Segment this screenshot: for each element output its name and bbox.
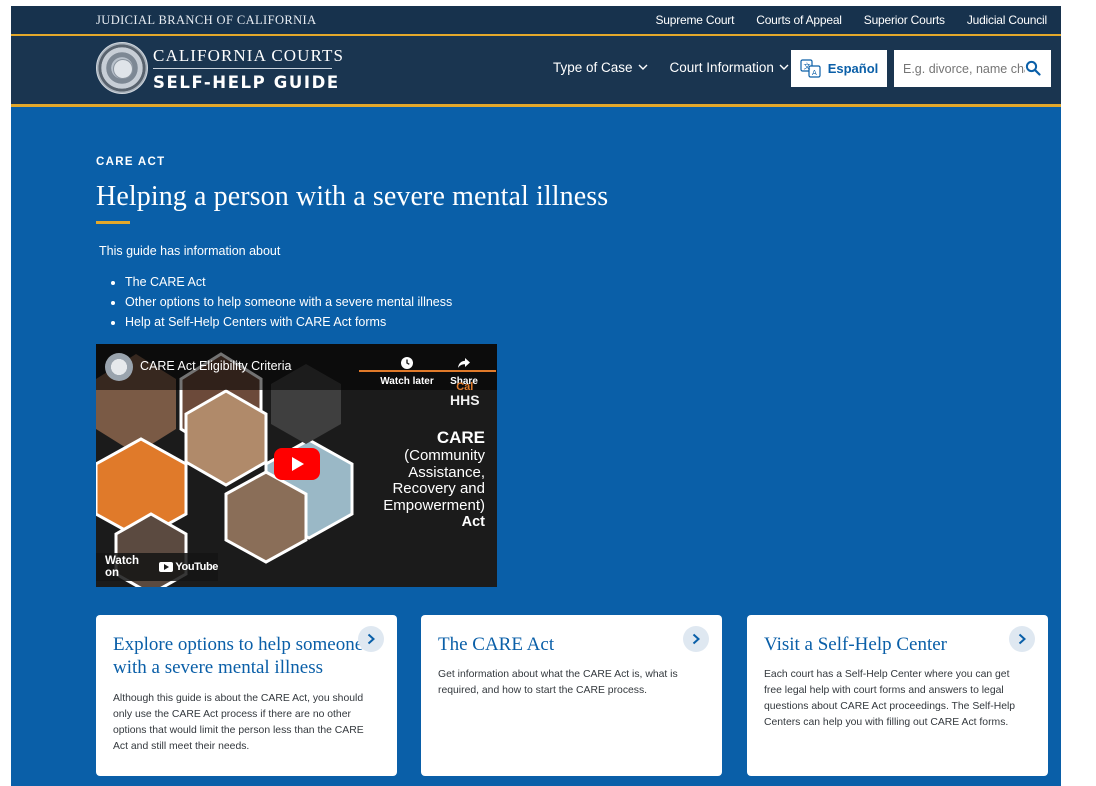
- care-act-label: Act: [461, 514, 485, 530]
- calhhs-logo-bottom: HHS: [450, 392, 480, 408]
- page-frame: JUDICIAL BRANCH OF CALIFORNIA Supreme Co…: [11, 6, 1061, 786]
- nav-type-of-case[interactable]: Type of Case: [553, 60, 648, 75]
- share-icon: [446, 356, 482, 374]
- translate-icon: 文 A: [800, 58, 822, 79]
- page-title: Helping a person with a severe mental il…: [96, 181, 609, 212]
- list-item: Help at Self-Help Centers with CARE Act …: [125, 315, 452, 330]
- channel-avatar[interactable]: [105, 353, 133, 381]
- nav-type-of-case-label: Type of Case: [553, 60, 633, 75]
- espanol-label: Español: [827, 61, 879, 76]
- chevron-right-icon[interactable]: [683, 626, 709, 652]
- logo-title[interactable]: CALIFORNIA COURTS: [153, 46, 344, 66]
- watch-later-button[interactable]: Watch later: [379, 356, 435, 387]
- youtube-wordmark: YouTube: [175, 561, 218, 573]
- nav-court-information-label: Court Information: [669, 60, 774, 75]
- title-underline: [96, 221, 130, 224]
- card-body: Get information about what the CARE Act …: [438, 669, 678, 696]
- watch-on-youtube-button[interactable]: Watch on YouTube: [96, 553, 218, 581]
- main-nav: Type of Case Court Information: [553, 60, 789, 75]
- care-heading: CARE: [436, 428, 485, 447]
- chevron-down-icon: [638, 63, 648, 74]
- youtube-play-icon: [159, 562, 174, 572]
- list-item: Other options to help someone with a sev…: [125, 295, 452, 310]
- search-box: [894, 50, 1051, 87]
- calhhs-logo: Cal HHS: [450, 381, 480, 407]
- svg-text:文: 文: [803, 61, 810, 70]
- utility-links: Supreme Court Courts of Appeal Superior …: [655, 13, 1047, 27]
- play-button-icon[interactable]: [274, 448, 320, 480]
- card-body: Each court has a Self-Help Center where …: [764, 669, 1016, 728]
- care-expansion: (Community Assistance, Recovery and Empo…: [383, 447, 485, 514]
- superior-courts-link[interactable]: Superior Courts: [864, 13, 945, 27]
- video-title[interactable]: CARE Act Eligibility Criteria: [140, 359, 291, 373]
- judicial-branch-label: JUDICIAL BRANCH OF CALIFORNIA: [96, 13, 317, 27]
- topic-list: The CARE Act Other options to help someo…: [109, 275, 452, 335]
- espanol-button[interactable]: 文 A Español: [791, 50, 887, 87]
- chevron-right-icon[interactable]: [1009, 626, 1035, 652]
- logo-divider: [153, 68, 332, 69]
- card-body: Although this guide is about the CARE Ac…: [113, 693, 364, 752]
- utility-bar: JUDICIAL BRANCH OF CALIFORNIA Supreme Co…: [11, 6, 1061, 36]
- card-self-help-center[interactable]: Visit a Self-Help Center Each court has …: [747, 615, 1048, 776]
- chevron-right-icon[interactable]: [358, 626, 384, 652]
- video-player[interactable]: CARE Act Eligibility Criteria Watch late…: [96, 344, 497, 587]
- watch-on-label: Watch on: [105, 555, 140, 579]
- card-care-act[interactable]: The CARE Act Get information about what …: [421, 615, 722, 776]
- intro-text: This guide has information about: [99, 244, 281, 258]
- svg-text:A: A: [812, 69, 817, 77]
- logo-subtitle[interactable]: SELF-HELP GUIDE: [153, 73, 340, 92]
- courts-of-appeal-link[interactable]: Courts of Appeal: [756, 13, 842, 27]
- card-explore-options[interactable]: Explore options to help someone with a s…: [96, 615, 397, 776]
- list-item: The CARE Act: [125, 275, 452, 290]
- chevron-down-icon: [779, 63, 789, 74]
- card-title[interactable]: Explore options to help someone with a s…: [113, 633, 365, 679]
- card-title[interactable]: The CARE Act: [438, 633, 683, 656]
- card-title[interactable]: Visit a Self-Help Center: [764, 633, 1009, 656]
- youtube-logo-icon: YouTube: [159, 561, 218, 573]
- california-seal-icon[interactable]: [96, 42, 148, 94]
- search-icon[interactable]: [1025, 60, 1041, 76]
- supreme-court-link[interactable]: Supreme Court: [655, 13, 734, 27]
- clock-icon: [379, 356, 435, 374]
- judicial-council-link[interactable]: Judicial Council: [967, 13, 1047, 27]
- site-header: CALIFORNIA COURTS SELF-HELP GUIDE Type o…: [11, 36, 1061, 107]
- section-eyebrow: CARE ACT: [96, 156, 166, 168]
- watch-later-label: Watch later: [380, 376, 434, 387]
- search-input[interactable]: [903, 61, 1025, 76]
- nav-court-information[interactable]: Court Information: [670, 60, 789, 75]
